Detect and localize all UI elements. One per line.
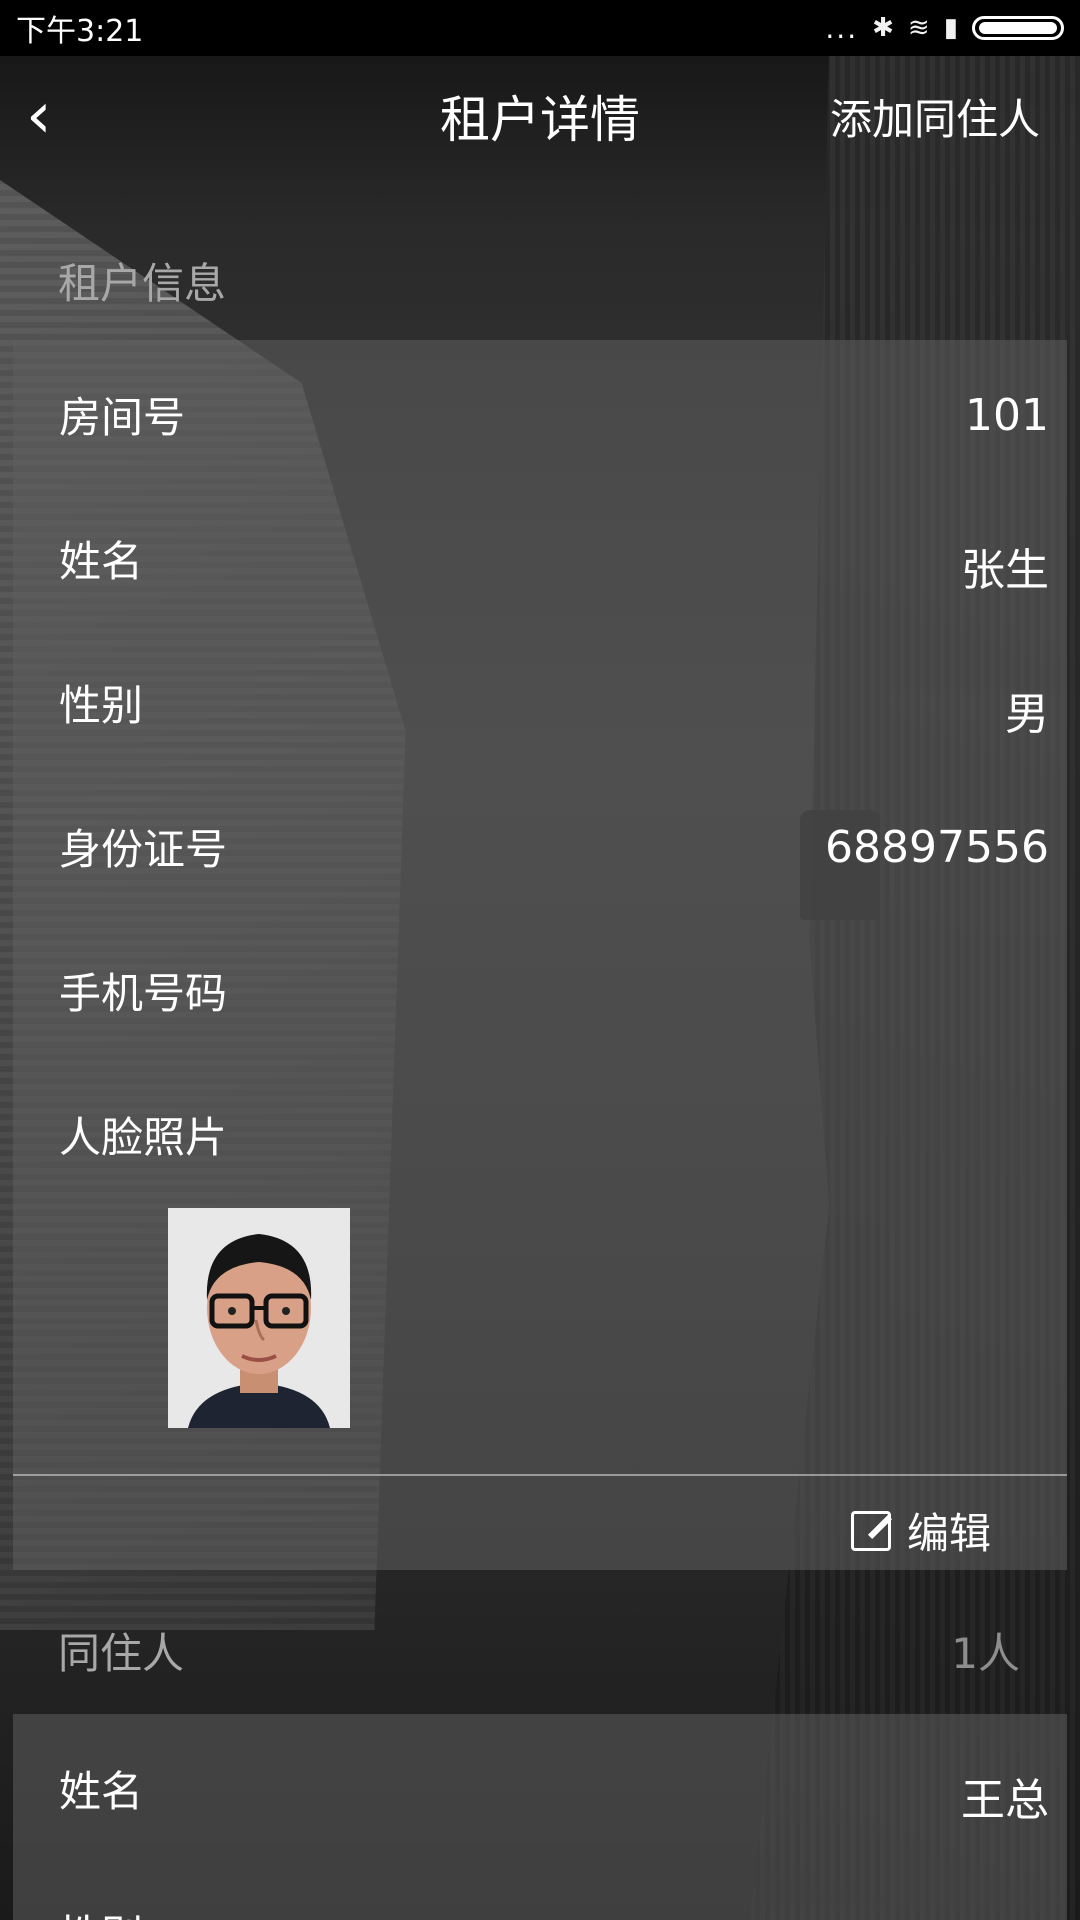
tenant-row-face-photo: 人脸照片 <box>13 1060 1067 1190</box>
row-value: 男 <box>1005 689 1049 740</box>
face-photo[interactable] <box>168 1208 350 1428</box>
row-label: 人脸照片 <box>59 1113 228 1162</box>
row-label: 姓名 <box>59 537 144 586</box>
cohabitant-section-header: 同住人 1人 <box>0 1580 1080 1710</box>
tenant-section-header: 租户信息 <box>0 210 1080 340</box>
row-label: 姓名 <box>59 1767 144 1816</box>
row-value: 王总 <box>961 1775 1049 1826</box>
row-label: 性别 <box>59 1902 143 1920</box>
edit-label: 编辑 <box>906 1509 991 1558</box>
tenant-row-id-number: 身份证号 68897556 <box>13 772 1067 916</box>
battery-icon <box>972 16 1064 40</box>
cohabitant-row-name: 姓名 王总 <box>13 1714 1067 1858</box>
edit-icon <box>850 1510 891 1551</box>
cohabitant-section-label: 同住人 <box>58 1629 185 1678</box>
wifi-icon: ≋ <box>907 13 930 43</box>
tenant-row-name: 姓名 张生 <box>13 484 1067 628</box>
signal-icon: ▮ <box>943 13 958 43</box>
more-dots-icon: ... <box>825 11 859 45</box>
bluetooth-icon: ✱ <box>872 13 894 43</box>
top-navigation-bar: ‹ 租户详情 添加同住人 <box>0 56 1080 168</box>
row-label: 手机号码 <box>59 969 228 1018</box>
row-label: 房间号 <box>59 393 186 442</box>
row-value: 68897556 <box>825 822 1049 873</box>
status-icons: ... ✱ ≋ ▮ <box>825 12 1064 45</box>
tenant-section-label: 租户信息 <box>58 259 227 308</box>
tenant-row-phone: 手机号码 <box>13 916 1067 1060</box>
row-label: 性别 <box>59 681 144 730</box>
row-value: 张生 <box>961 545 1049 596</box>
face-photo-image <box>168 1208 350 1428</box>
status-time: 下午3:21 <box>16 14 144 49</box>
status-bar: 下午3:21 ... ✱ ≋ ▮ <box>0 0 1080 56</box>
cohabitant-card[interactable]: 姓名 王总 性别 男 <box>13 1714 1067 1920</box>
card-divider <box>13 1474 1067 1476</box>
tenant-row-room: 房间号 101 <box>13 340 1067 484</box>
row-value: 男 <box>1005 1908 1049 1920</box>
tenant-detail-screen: 下午3:21 ... ✱ ≋ ▮ ‹ 租户详情 添加同住人 租户信息 房间号 1… <box>0 0 1080 1920</box>
cohabitant-row-gender: 性别 男 <box>13 1858 1067 1920</box>
tenant-row-gender: 性别 男 <box>13 628 1067 772</box>
tenant-info-card: 房间号 101 姓名 张生 性别 男 身份证号 68897556 手机号码 人脸… <box>13 340 1067 1570</box>
cohabitant-count: 1人 <box>951 1629 1020 1678</box>
row-label: 身份证号 <box>59 825 228 874</box>
edit-button[interactable]: 编辑 <box>850 1500 991 1561</box>
add-cohabitant-button[interactable]: 添加同住人 <box>830 86 1040 147</box>
row-value: 101 <box>965 390 1049 441</box>
